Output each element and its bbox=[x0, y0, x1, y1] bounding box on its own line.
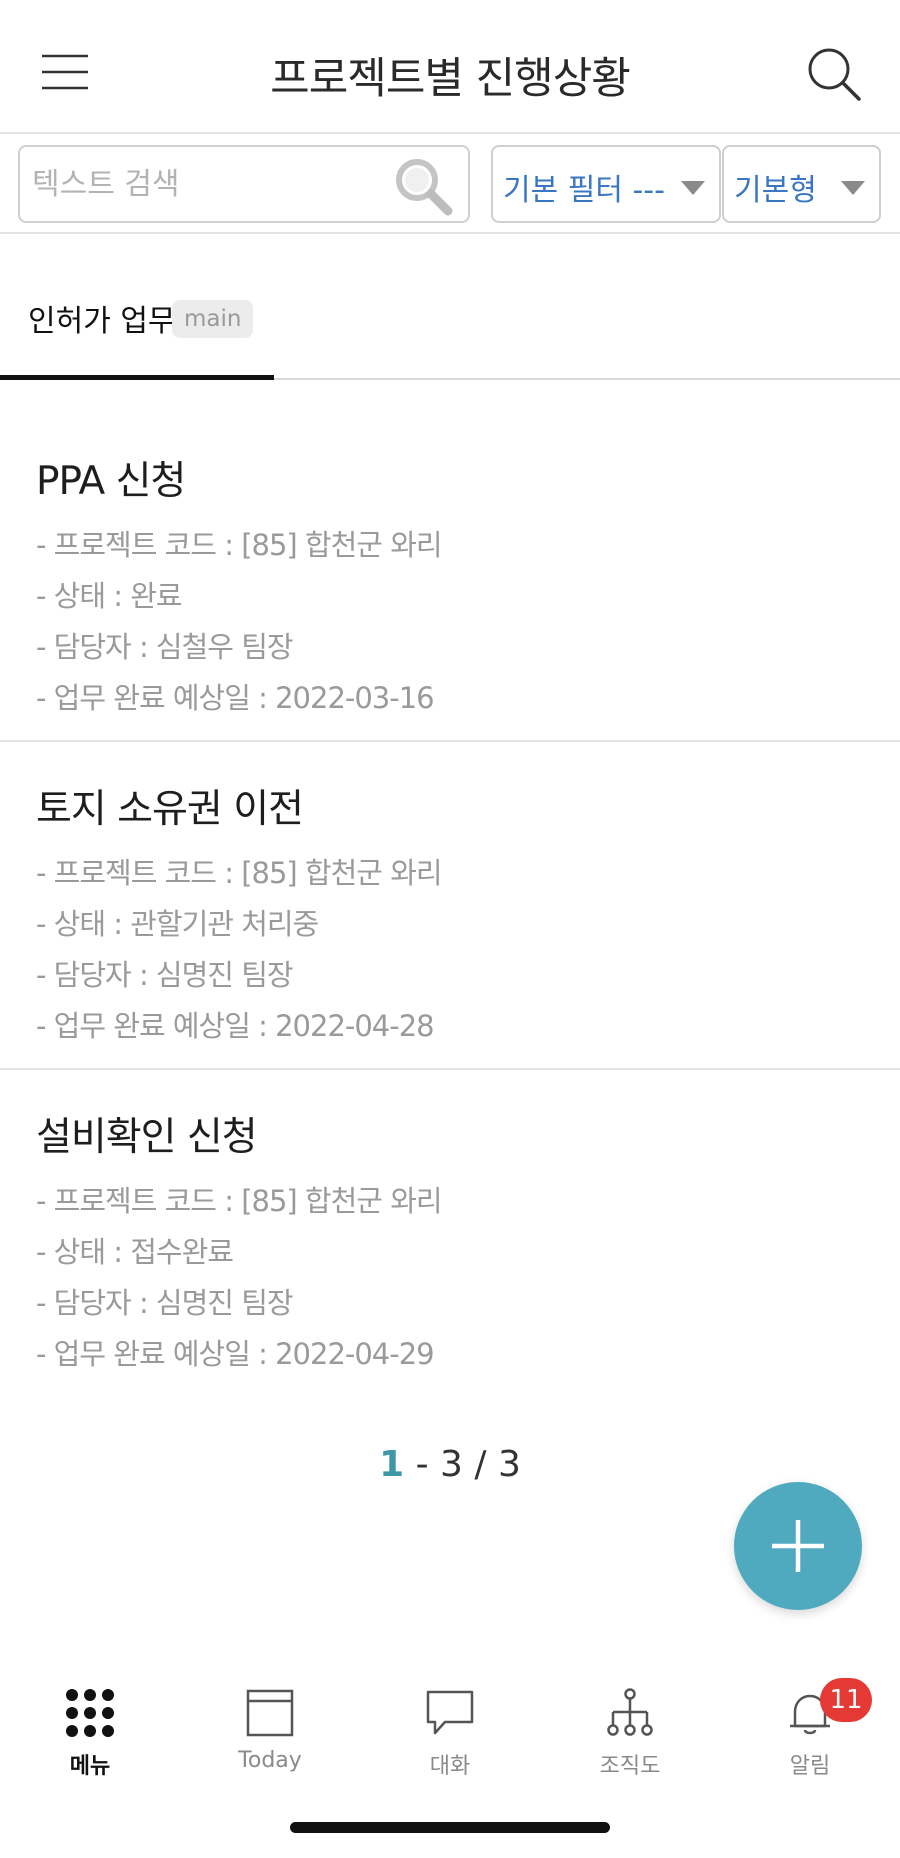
nav-org-chart[interactable]: 조직도 bbox=[540, 1668, 720, 1798]
item-due-date: - 업무 완료 예상일 : 2022-03-16 bbox=[36, 681, 435, 715]
bottom-nav: 메뉴 Today 대화 조직도 11 알림 bbox=[0, 1668, 900, 1798]
chat-bubble-icon bbox=[426, 1690, 474, 1735]
item-manager: - 담당자 : 심명진 팀장 bbox=[36, 958, 294, 992]
search-icon[interactable] bbox=[806, 46, 862, 102]
nav-label: 메뉴 bbox=[69, 1754, 111, 1779]
item-project-code: - 프로젝트 코드 : [85] 합천군 와리 bbox=[36, 528, 443, 562]
text-search-input[interactable] bbox=[32, 159, 392, 209]
notification-count-badge: 11 bbox=[820, 1678, 872, 1722]
home-indicator[interactable] bbox=[290, 1822, 610, 1833]
add-button[interactable] bbox=[734, 1482, 862, 1610]
text-search-box bbox=[18, 145, 470, 223]
item-status: - 상태 : 관할기관 처리중 bbox=[36, 907, 319, 941]
nav-notifications[interactable]: 11 알림 bbox=[720, 1668, 900, 1798]
item-title: 토지 소유권 이전 bbox=[36, 787, 304, 832]
org-chart-icon bbox=[607, 1688, 653, 1736]
nav-menu[interactable]: 메뉴 bbox=[0, 1668, 180, 1798]
nav-label: 조직도 bbox=[599, 1754, 661, 1779]
page-range: - 3 / 3 bbox=[404, 1444, 521, 1485]
grid-dots-icon bbox=[66, 1689, 114, 1737]
plus-icon bbox=[772, 1520, 824, 1572]
nav-chat[interactable]: 대화 bbox=[360, 1668, 540, 1798]
view-type-select[interactable]: 기본형 bbox=[722, 145, 881, 223]
item-title: 설비확인 신청 bbox=[36, 1115, 258, 1160]
basic-filter-value: 기본 필터 --- bbox=[503, 173, 665, 208]
item-status: - 상태 : 완료 bbox=[36, 579, 183, 613]
list-item[interactable]: 토지 소유권 이전 - 프로젝트 코드 : [85] 합천군 와리 - 상태 :… bbox=[0, 742, 900, 1070]
current-page[interactable]: 1 bbox=[379, 1444, 404, 1485]
nav-label: 알림 bbox=[789, 1754, 831, 1779]
item-manager: - 담당자 : 심철우 팀장 bbox=[36, 630, 294, 664]
page-title: 프로젝트별 진행상황 bbox=[270, 54, 631, 104]
item-project-code: - 프로젝트 코드 : [85] 합천군 와리 bbox=[36, 1184, 443, 1218]
basic-filter-select[interactable]: 기본 필터 --- bbox=[491, 145, 721, 223]
nav-today[interactable]: Today bbox=[180, 1668, 360, 1798]
app-header: 프로젝트별 진행상황 bbox=[0, 0, 900, 134]
item-due-date: - 업무 완료 예상일 : 2022-04-29 bbox=[36, 1337, 435, 1371]
search-icon[interactable] bbox=[392, 155, 454, 217]
item-project-code: - 프로젝트 코드 : [85] 합천군 와리 bbox=[36, 856, 443, 890]
view-type-value: 기본형 bbox=[734, 173, 817, 208]
nav-label: 대화 bbox=[429, 1754, 471, 1779]
tab-label: 인허가 업무 bbox=[28, 304, 176, 339]
filter-bar: 기본 필터 --- 기본형 bbox=[0, 134, 900, 234]
item-title: PPA 신청 bbox=[36, 459, 186, 504]
chevron-down-icon bbox=[681, 181, 705, 195]
tab-bar: 인허가 업무 main bbox=[0, 234, 900, 380]
list-item[interactable]: PPA 신청 - 프로젝트 코드 : [85] 합천군 와리 - 상태 : 완료… bbox=[0, 380, 900, 742]
chevron-down-icon bbox=[841, 181, 865, 195]
item-status: - 상태 : 접수완료 bbox=[36, 1235, 234, 1269]
item-due-date: - 업무 완료 예상일 : 2022-04-28 bbox=[36, 1009, 435, 1043]
item-manager: - 담당자 : 심명진 팀장 bbox=[36, 1286, 294, 1320]
nav-label: Today bbox=[238, 1748, 302, 1773]
pagination: 1 - 3 / 3 bbox=[0, 1444, 900, 1485]
calendar-icon bbox=[246, 1689, 294, 1737]
tab-permits[interactable]: 인허가 업무 main bbox=[0, 234, 274, 380]
app-root: 프로젝트별 진행상황 기본 필터 --- 기본형 인허가 업무 mai bbox=[0, 0, 900, 1858]
list-item[interactable]: 설비확인 신청 - 프로젝트 코드 : [85] 합천군 와리 - 상태 : 접… bbox=[0, 1070, 900, 1371]
tab-badge: main bbox=[172, 300, 254, 338]
